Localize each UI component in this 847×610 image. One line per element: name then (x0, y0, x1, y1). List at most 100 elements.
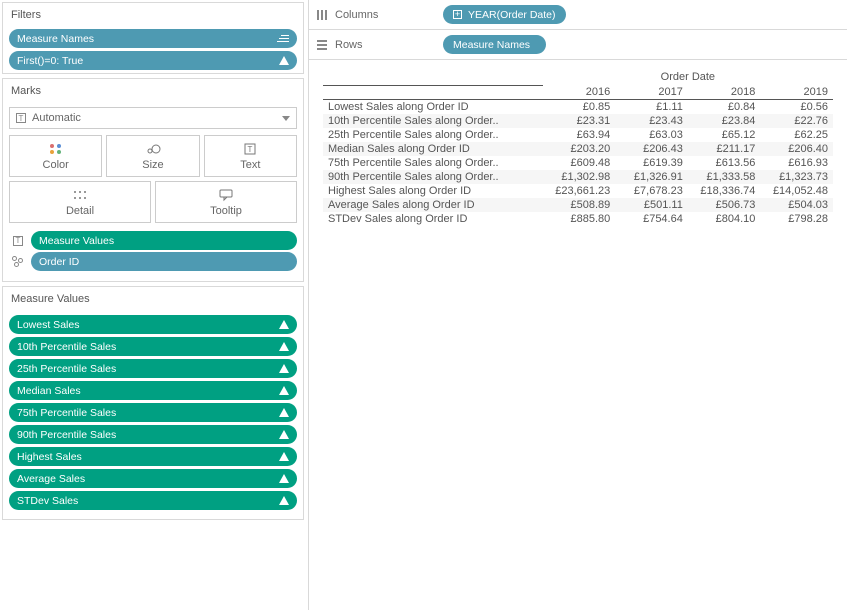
row-header[interactable]: STDev Sales along Order ID (323, 212, 543, 226)
row-header[interactable]: Median Sales along Order ID (323, 142, 543, 156)
measure-value-pill[interactable]: 90th Percentile Sales (9, 425, 297, 444)
rows-pill[interactable]: Measure Names (443, 35, 546, 54)
cell-value[interactable]: £22.76 (760, 114, 833, 128)
cell-value[interactable]: £23,661.23 (543, 184, 616, 198)
cell-value[interactable]: £63.03 (615, 128, 688, 142)
cell-value[interactable]: £206.43 (615, 142, 688, 156)
columns-shelf[interactable]: Columns + YEAR(Order Date) (309, 0, 847, 30)
cell-value[interactable]: £14,052.48 (760, 184, 833, 198)
cell-value[interactable]: £1.11 (615, 100, 688, 115)
cell-value[interactable]: £798.28 (760, 212, 833, 226)
mark-color-button[interactable]: Color (9, 135, 102, 177)
cell-value[interactable]: £0.84 (688, 100, 761, 115)
cell-value[interactable]: £0.56 (760, 100, 833, 115)
mark-btn-label: Size (142, 159, 163, 171)
measure-value-pill[interactable]: 75th Percentile Sales (9, 403, 297, 422)
cell-value[interactable]: £1,302.98 (543, 170, 616, 184)
mark-text-button[interactable]: T Text (204, 135, 297, 177)
cell-value[interactable]: £619.39 (615, 156, 688, 170)
mark-assignment-measure-values[interactable]: Measure Values (31, 231, 297, 250)
columns-icon (315, 8, 329, 22)
year-header[interactable]: 2017 (615, 85, 688, 100)
cell-value[interactable]: £609.48 (543, 156, 616, 170)
mark-btn-label: Text (240, 159, 260, 171)
table-row: 10th Percentile Sales along Order..£23.3… (323, 114, 833, 128)
calc-icon (279, 496, 289, 505)
rows-label: Rows (335, 39, 363, 51)
table-row: Lowest Sales along Order ID£0.85£1.11£0.… (323, 100, 833, 115)
cell-value[interactable]: £23.43 (615, 114, 688, 128)
cell-value[interactable]: £0.85 (543, 100, 616, 115)
text-icon: T (241, 142, 259, 156)
measure-value-pill[interactable]: Lowest Sales (9, 315, 297, 334)
calc-icon (279, 452, 289, 461)
mark-assignment-order-id[interactable]: Order ID (31, 252, 297, 271)
mark-type-label: Automatic (32, 112, 81, 124)
measure-value-pill[interactable]: 25th Percentile Sales (9, 359, 297, 378)
cell-value[interactable]: £506.73 (688, 198, 761, 212)
row-header[interactable]: Lowest Sales along Order ID (323, 100, 543, 115)
cell-value[interactable]: £613.56 (688, 156, 761, 170)
filter-pill-measure-names[interactable]: Measure Names (9, 29, 297, 48)
measure-value-pill[interactable]: Average Sales (9, 469, 297, 488)
cell-value[interactable]: £804.10 (688, 212, 761, 226)
cell-value[interactable]: £501.11 (615, 198, 688, 212)
cell-value[interactable]: £62.25 (760, 128, 833, 142)
row-header[interactable]: Average Sales along Order ID (323, 198, 543, 212)
rows-shelf[interactable]: Rows Measure Names (309, 30, 847, 60)
cell-value[interactable]: £203.20 (543, 142, 616, 156)
row-header[interactable]: Highest Sales along Order ID (323, 184, 543, 198)
rows-pill-label: Measure Names (453, 39, 530, 51)
detail-chip-icon (9, 256, 27, 268)
year-header[interactable]: 2019 (760, 85, 833, 100)
mark-size-button[interactable]: Size (106, 135, 199, 177)
cell-value[interactable]: £508.89 (543, 198, 616, 212)
mark-tooltip-button[interactable]: Tooltip (155, 181, 297, 223)
rows-icon (315, 38, 329, 52)
calc-icon (279, 386, 289, 395)
mark-detail-button[interactable]: Detail (9, 181, 151, 223)
cell-value[interactable]: £885.80 (543, 212, 616, 226)
measure-values-panel: Measure Values Lowest Sales10th Percenti… (2, 286, 304, 520)
cell-value[interactable]: £504.03 (760, 198, 833, 212)
pill-label: Order ID (39, 256, 79, 268)
cell-value[interactable]: £206.40 (760, 142, 833, 156)
pill-label: Highest Sales (17, 451, 82, 463)
cell-value[interactable]: £63.94 (543, 128, 616, 142)
cell-value[interactable]: £1,323.73 (760, 170, 833, 184)
row-header[interactable]: 10th Percentile Sales along Order.. (323, 114, 543, 128)
mark-type-dropdown[interactable]: T Automatic (9, 107, 297, 129)
svg-text:T: T (248, 145, 253, 154)
cell-value[interactable]: £211.17 (688, 142, 761, 156)
measure-value-pill[interactable]: Highest Sales (9, 447, 297, 466)
row-header[interactable]: 75th Percentile Sales along Order.. (323, 156, 543, 170)
expand-icon: + (453, 10, 462, 19)
cell-value[interactable]: £23.84 (688, 114, 761, 128)
text-type-icon: T (16, 113, 26, 123)
cell-value[interactable]: £754.64 (615, 212, 688, 226)
cell-value[interactable]: £616.93 (760, 156, 833, 170)
year-header[interactable]: 2018 (688, 85, 761, 100)
columns-pill[interactable]: + YEAR(Order Date) (443, 5, 566, 24)
filter-pill-first0[interactable]: First()=0: True (9, 51, 297, 70)
mark-btn-label: Color (43, 159, 69, 171)
year-header[interactable]: 2016 (543, 85, 616, 100)
cell-value[interactable]: £23.31 (543, 114, 616, 128)
calc-icon (279, 56, 289, 65)
measure-value-pill[interactable]: Median Sales (9, 381, 297, 400)
measure-value-pill[interactable]: STDev Sales (9, 491, 297, 510)
pill-label: 10th Percentile Sales (17, 341, 116, 353)
measure-value-pill[interactable]: 10th Percentile Sales (9, 337, 297, 356)
row-header[interactable]: 90th Percentile Sales along Order.. (323, 170, 543, 184)
pill-label: 75th Percentile Sales (17, 407, 116, 419)
cell-value[interactable]: £1,333.58 (688, 170, 761, 184)
pill-label: Lowest Sales (17, 319, 79, 331)
row-header[interactable]: 25th Percentile Sales along Order.. (323, 128, 543, 142)
filter-pill-label: Measure Names (17, 33, 94, 45)
table-row: Median Sales along Order ID£203.20£206.4… (323, 142, 833, 156)
cell-value[interactable]: £7,678.23 (615, 184, 688, 198)
detail-icon (71, 188, 89, 202)
cell-value[interactable]: £18,336.74 (688, 184, 761, 198)
cell-value[interactable]: £1,326.91 (615, 170, 688, 184)
cell-value[interactable]: £65.12 (688, 128, 761, 142)
